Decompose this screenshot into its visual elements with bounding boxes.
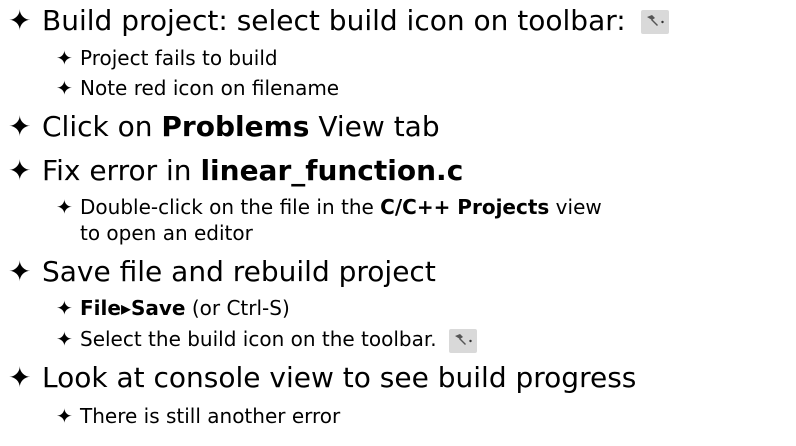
bullet-text: Note red icon on filename [80, 76, 340, 100]
bullet-text-pre: Fix error in [42, 154, 201, 187]
bullet-fix-error: ✦ Fix error in linear_function.c [8, 154, 463, 188]
bullet-text: Project fails to build [80, 46, 278, 70]
bullet-glyph: ✦ [56, 296, 73, 320]
bullet-glyph: ✦ [56, 327, 73, 351]
sub-bullet-another-error: ✦ There is still another error [56, 403, 340, 429]
bullet-text-pre: Click on [42, 110, 162, 143]
bullet-click-problems: ✦ Click on Problems View tab [8, 110, 440, 144]
bullet-text: Look at console view to see build progre… [42, 361, 637, 394]
bullet-text-post: view [549, 195, 602, 219]
bullet-text: There is still another error [80, 404, 341, 428]
bullet-glyph: ✦ [8, 154, 32, 187]
bullet-glyph: ✦ [8, 110, 32, 143]
bullet-text-post: (or Ctrl-S) [185, 296, 290, 320]
bullet-build-project: ✦ Build project: select build icon on too… [8, 4, 669, 38]
bullet-glyph: ✦ [56, 404, 73, 428]
bullet-glyph: ✦ [56, 195, 73, 219]
bullet-glyph: ✦ [56, 76, 73, 100]
bullet-glyph: ✦ [56, 46, 73, 70]
bullet-text: Select the build icon on the toolbar. [80, 327, 437, 351]
bullet-text-pre: Double-click on the file in the [80, 195, 381, 219]
bullet-text-post: View tab [309, 110, 440, 143]
sub-bullet-red-icon: ✦ Note red icon on filename [56, 75, 339, 101]
sub-bullet-fails: ✦ Project fails to build [56, 45, 278, 71]
bullet-text-bold: File▸Save [80, 296, 186, 320]
sub-bullet-select-build: ✦ Select the build icon on the toolbar. [56, 326, 477, 353]
bullet-text-bold: linear_function.c [200, 154, 464, 187]
bullet-glyph: ✦ [8, 361, 32, 394]
bullet-text: to open an editor [80, 221, 253, 245]
bullet-text-bold: Problems [161, 110, 310, 143]
sub-bullet-continuation: to open an editor [80, 220, 253, 246]
hammer-build-icon [640, 10, 669, 34]
sub-bullet-file-save: ✦ File▸Save (or Ctrl-S) [56, 295, 290, 321]
bullet-glyph: ✦ [8, 255, 32, 288]
bullet-text: Save file and rebuild project [42, 255, 436, 288]
bullet-text: Build project: select build icon on tool… [42, 4, 626, 37]
sub-bullet-double-click: ✦ Double-click on the file in the C/C++ P… [56, 194, 602, 220]
bullet-console-view: ✦ Look at console view to see build progr… [8, 361, 636, 395]
hammer-build-icon [448, 328, 477, 353]
bullet-glyph: ✦ [8, 4, 32, 37]
bullet-text-bold: C/C++ Projects [380, 195, 550, 219]
bullet-save-rebuild: ✦ Save file and rebuild project [8, 255, 436, 289]
slide-body: ✦ Build project: select build icon on too… [0, 0, 796, 446]
